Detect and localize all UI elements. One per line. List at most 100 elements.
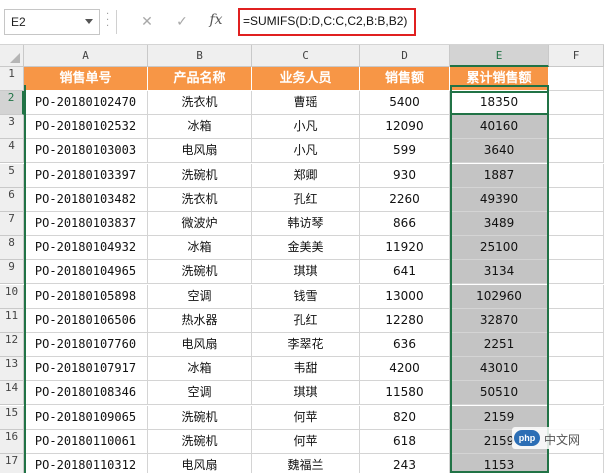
row-header[interactable]: 5 — [0, 163, 24, 188]
cell-product[interactable]: 洗碗机 — [148, 163, 252, 188]
cell-order-no[interactable]: PO-20180108346 — [24, 381, 148, 406]
cell[interactable] — [549, 260, 604, 285]
cell-sales[interactable]: 11920 — [360, 236, 450, 261]
chevron-down-icon[interactable] — [85, 19, 93, 24]
cell[interactable] — [549, 236, 604, 261]
cell-order-no[interactable]: PO-20180107917 — [24, 357, 148, 382]
cell-product[interactable]: 冰箱 — [148, 236, 252, 261]
row-header[interactable]: 13 — [0, 357, 24, 382]
row-header[interactable]: 1 — [0, 67, 24, 91]
cell-salesperson[interactable]: 韩访琴 — [252, 212, 360, 236]
cell-cumulative-sales[interactable]: 2159 — [450, 405, 549, 430]
column-header-a[interactable]: A — [24, 45, 148, 67]
cell-order-no[interactable]: PO-20180110312 — [24, 454, 148, 473]
cell[interactable] — [549, 405, 604, 430]
cell-sales[interactable]: 820 — [360, 405, 450, 430]
cell-order-no[interactable]: PO-20180103482 — [24, 187, 148, 212]
cell-sales[interactable]: 599 — [360, 139, 450, 164]
row-header[interactable]: 12 — [0, 333, 24, 357]
cell-cumulative-sales[interactable]: 50510 — [450, 381, 549, 406]
cell-product[interactable]: 电风扇 — [148, 333, 252, 357]
cell-product[interactable]: 洗碗机 — [148, 405, 252, 430]
row-header[interactable]: 4 — [0, 139, 24, 164]
cell-order-no[interactable]: PO-20180110061 — [24, 429, 148, 454]
cancel-icon[interactable]: ✕ — [137, 12, 157, 32]
row-header[interactable]: 3 — [0, 115, 24, 140]
cell-sales[interactable]: 930 — [360, 163, 450, 188]
cell-product[interactable]: 空调 — [148, 381, 252, 406]
enter-icon[interactable]: ✓ — [172, 12, 192, 32]
cell-cumulative-sales[interactable]: 2251 — [450, 333, 549, 357]
cell-order-no[interactable]: PO-20180104932 — [24, 236, 148, 261]
cell-sales[interactable]: 11580 — [360, 381, 450, 406]
column-header-d[interactable]: D — [360, 45, 450, 67]
cell-sales[interactable]: 618 — [360, 429, 450, 454]
cell-salesperson[interactable]: 郑卿 — [252, 163, 360, 188]
row-header[interactable]: 6 — [0, 187, 24, 212]
drag-handle-icon[interactable]: · · · — [106, 10, 110, 32]
row-header[interactable]: 2 — [0, 91, 24, 115]
cell-sales[interactable]: 5400 — [360, 91, 450, 115]
cell[interactable] — [549, 454, 604, 473]
cell-salesperson[interactable]: 曹瑶 — [252, 91, 360, 115]
cell-salesperson[interactable]: 魏福兰 — [252, 454, 360, 473]
cell-order-no[interactable]: PO-20180105898 — [24, 284, 148, 309]
column-header-f[interactable]: F — [549, 45, 604, 67]
cell-cumulative-sales[interactable]: 1887 — [450, 163, 549, 188]
column-header-c[interactable]: C — [252, 45, 360, 67]
cell-sales[interactable]: 243 — [360, 454, 450, 473]
select-all-corner[interactable] — [0, 45, 24, 67]
row-header[interactable]: 9 — [0, 260, 24, 285]
cell-sales[interactable]: 641 — [360, 260, 450, 285]
cell-cumulative-sales[interactable]: 3489 — [450, 212, 549, 236]
cell-cumulative-sales[interactable]: 32870 — [450, 308, 549, 333]
row-header[interactable]: 16 — [0, 429, 24, 454]
cell-salesperson[interactable]: 何苹 — [252, 405, 360, 430]
cell-product[interactable]: 电风扇 — [148, 139, 252, 164]
insert-function-icon[interactable]: fx — [206, 12, 226, 32]
cell-order-no[interactable]: PO-20180103397 — [24, 163, 148, 188]
cell-salesperson[interactable]: 小凡 — [252, 139, 360, 164]
cell-salesperson[interactable]: 孔红 — [252, 187, 360, 212]
cell-order-no[interactable]: PO-20180106506 — [24, 308, 148, 333]
cell-sales[interactable]: 866 — [360, 212, 450, 236]
cell-sales[interactable]: 13000 — [360, 284, 450, 309]
cell[interactable] — [549, 357, 604, 382]
cell-salesperson[interactable]: 钱雪 — [252, 284, 360, 309]
header-cell-salesperson[interactable]: 业务人员 — [252, 67, 360, 91]
cell[interactable] — [549, 163, 604, 188]
cell[interactable] — [549, 139, 604, 164]
cell[interactable] — [549, 115, 604, 140]
cell-sales[interactable]: 2260 — [360, 187, 450, 212]
cell-product[interactable]: 洗碗机 — [148, 260, 252, 285]
cell[interactable] — [549, 381, 604, 406]
cell-cumulative-sales[interactable]: 49390 — [450, 187, 549, 212]
cell-sales[interactable]: 4200 — [360, 357, 450, 382]
cell-salesperson[interactable]: 何苹 — [252, 429, 360, 454]
column-header-e[interactable]: E — [450, 45, 549, 67]
row-header[interactable]: 7 — [0, 212, 24, 236]
formula-input[interactable]: =SUMIFS(D:D,C:C,C2,B:B,B2) — [238, 8, 416, 36]
row-header[interactable]: 17 — [0, 454, 24, 473]
cell[interactable] — [549, 212, 604, 236]
cell-salesperson[interactable]: 韦甜 — [252, 357, 360, 382]
cell-order-no[interactable]: PO-20180103003 — [24, 139, 148, 164]
row-header[interactable]: 11 — [0, 308, 24, 333]
cell-order-no[interactable]: PO-20180107760 — [24, 333, 148, 357]
cell-salesperson[interactable]: 金美美 — [252, 236, 360, 261]
cell[interactable] — [549, 67, 604, 91]
cell-sales[interactable]: 12090 — [360, 115, 450, 140]
cell[interactable] — [549, 284, 604, 309]
cell-cumulative-sales[interactable]: 3640 — [450, 139, 549, 164]
row-header[interactable]: 10 — [0, 284, 24, 309]
cell[interactable] — [549, 91, 604, 115]
cell-sales[interactable]: 12280 — [360, 308, 450, 333]
cell-cumulative-sales[interactable]: 3134 — [450, 260, 549, 285]
cell-cumulative-sales[interactable]: 102960 — [450, 284, 549, 309]
cell-product[interactable]: 空调 — [148, 284, 252, 309]
cell-product[interactable]: 洗衣机 — [148, 187, 252, 212]
cell-order-no[interactable]: PO-20180104965 — [24, 260, 148, 285]
row-header[interactable]: 8 — [0, 236, 24, 261]
header-cell-sales[interactable]: 销售额 — [360, 67, 450, 91]
cell-sales[interactable]: 636 — [360, 333, 450, 357]
